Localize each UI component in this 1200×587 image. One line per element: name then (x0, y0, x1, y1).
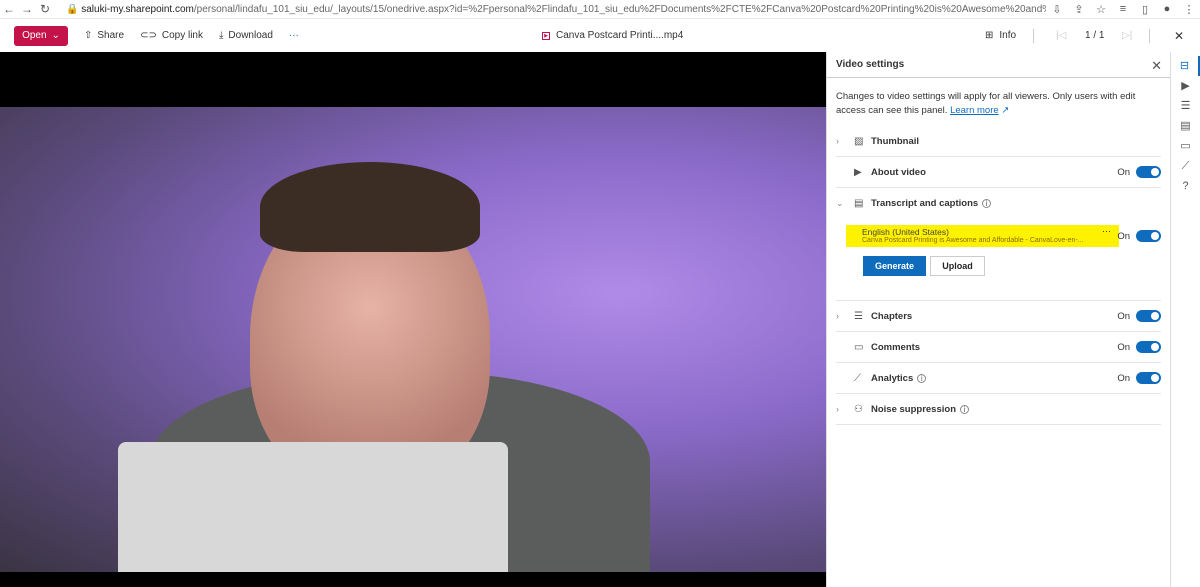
thumbnail-section[interactable]: › ▨ Thumbnail (836, 126, 1161, 157)
link-icon: ⊂⊃ (140, 30, 157, 41)
caption-track: English (United States) Canva Postcard P… (836, 205, 1161, 301)
about-video-label: About video (871, 166, 926, 178)
video-settings-panel: Video settings ✕ Changes to video setting… (826, 52, 1170, 587)
back-icon[interactable]: ← (0, 2, 18, 16)
generate-button[interactable]: Generate (863, 256, 926, 276)
open-button[interactable]: Open ⌄ (14, 25, 68, 46)
play-icon: ▶ (854, 166, 862, 178)
panel-title: Video settings (836, 59, 905, 70)
viewer-toolbar: Open ⌄ ⇧ Share ⊂⊃ Copy link ⤓ Download ··· ▶… (0, 19, 1200, 52)
upload-button[interactable]: Upload (930, 256, 985, 276)
comments-label: Comments (871, 341, 921, 353)
caption-track-highlight: English (United States) Canva Postcard P… (846, 225, 1119, 247)
divider (1149, 28, 1150, 43)
download-label: Download (228, 30, 273, 41)
info-button[interactable]: ⊞ Info (985, 30, 1016, 41)
url-field[interactable]: 🔒 saluki-my.sharepoint.com/personal/lind… (66, 4, 1046, 15)
divider (1033, 28, 1034, 43)
chevron-down-icon: ⌄ (51, 30, 60, 41)
share-icon[interactable]: ⇪ (1068, 3, 1090, 16)
caption-toggle[interactable] (1136, 230, 1161, 242)
reload-icon[interactable]: ↻ (36, 2, 54, 16)
chevron-right-icon: › (836, 136, 839, 146)
play-icon[interactable]: ▶ (1171, 76, 1200, 96)
profile-icon[interactable]: ● (1156, 3, 1178, 15)
share-icon: ⇧ (84, 30, 93, 41)
on-label: On (1117, 166, 1130, 178)
noise-suppression-label: Noise suppression (871, 403, 956, 415)
close-panel-icon[interactable]: ✕ (1151, 58, 1162, 74)
browser-address-bar: ← → ↻ 🔒 saluki-my.sharepoint.com/persona… (0, 0, 1200, 19)
copy-link-button[interactable]: ⊂⊃ Copy link (140, 30, 203, 41)
noise-suppression-section[interactable]: › ⚇ Noise suppression i (836, 394, 1161, 425)
on-label: On (1117, 341, 1130, 353)
first-page-icon[interactable]: |◁ (1056, 30, 1066, 41)
close-icon[interactable]: ✕ (1174, 29, 1184, 43)
panel-description: Changes to video settings will apply for… (827, 78, 1170, 118)
about-video-section: ▶ About video On (836, 157, 1161, 188)
open-label: Open (22, 30, 47, 41)
chevron-right-icon: › (836, 404, 839, 414)
comments-section: ▭ Comments On (836, 332, 1161, 363)
external-link-icon: ↗ (1001, 105, 1010, 116)
on-label: On (1117, 372, 1130, 384)
next-page-icon[interactable]: ▷| (1122, 30, 1132, 41)
chapters-section[interactable]: › ☰ Chapters On (836, 301, 1161, 332)
analytics-toggle[interactable] (1136, 372, 1161, 384)
file-name-label: Canva Postcard Printi....mp4 (556, 30, 684, 41)
learn-more-link[interactable]: Learn more (950, 105, 999, 116)
video-settings-icon[interactable]: ⊟ (1171, 56, 1200, 76)
video-laptop (118, 442, 508, 572)
chapters-icon[interactable]: ☰ (1171, 96, 1200, 116)
more-button[interactable]: ··· (289, 30, 299, 41)
help-icon[interactable]: ? (1171, 176, 1200, 196)
about-video-toggle[interactable] (1136, 166, 1161, 178)
image-icon: ▨ (854, 135, 864, 147)
chapters-icon: ☰ (854, 310, 863, 322)
info-icon[interactable]: i (960, 404, 969, 414)
comment-icon: ▭ (854, 341, 864, 353)
info-label: Info (999, 30, 1017, 41)
download-icon: ⤓ (218, 30, 224, 41)
video-player[interactable] (0, 52, 826, 587)
page-indicator: 1 / 1 (1085, 30, 1105, 41)
comments-toggle[interactable] (1136, 341, 1161, 353)
on-label: On (1117, 230, 1130, 242)
comment-icon[interactable]: ▭ (1171, 136, 1200, 156)
video-person-hair (260, 162, 480, 252)
chevron-right-icon: › (836, 311, 839, 321)
copy-link-label: Copy link (161, 30, 203, 41)
star-icon[interactable]: ☆ (1090, 3, 1112, 16)
info-icon[interactable]: i (917, 373, 927, 383)
video-frame (0, 107, 826, 572)
more-options-icon[interactable]: ··· (1102, 226, 1111, 236)
reading-list-icon[interactable]: ≡ (1112, 3, 1134, 15)
install-icon[interactable]: ⇩ (1046, 3, 1068, 16)
analytics-icon: ⟋ (854, 372, 861, 384)
forward-icon[interactable]: → (18, 2, 36, 16)
video-file-icon: ▶ (542, 31, 550, 40)
caption-file-name: Canva Postcard Printing is Awesome and A… (862, 237, 1084, 244)
right-rail: ⊟ ▶ ☰ ▤ ▭ ⟋ ? (1170, 52, 1200, 587)
side-panel-icon[interactable]: ▯ (1134, 3, 1156, 16)
thumbnail-label: Thumbnail (871, 135, 920, 147)
share-button[interactable]: ⇧ Share (84, 30, 124, 41)
download-button[interactable]: ⤓ Download (219, 30, 273, 41)
info-panel-icon: ⊞ (985, 30, 994, 41)
share-label: Share (97, 30, 125, 41)
analytics-icon[interactable]: ⟋ (1171, 156, 1200, 176)
panel-header: Video settings ✕ (827, 52, 1170, 78)
analytics-label: Analytics (871, 372, 914, 384)
people-icon: ⚇ (854, 403, 863, 415)
analytics-section: ⟋ Analytics i On (836, 363, 1161, 394)
chapters-toggle[interactable] (1136, 310, 1161, 322)
menu-icon[interactable]: ⋮ (1178, 3, 1200, 16)
caption-language: English (United States) (862, 227, 949, 237)
chapters-label: Chapters (871, 310, 913, 322)
on-label: On (1117, 310, 1130, 322)
file-name: ▶ Canva Postcard Printi....mp4 (542, 30, 683, 41)
captions-icon[interactable]: ▤ (1171, 116, 1200, 136)
